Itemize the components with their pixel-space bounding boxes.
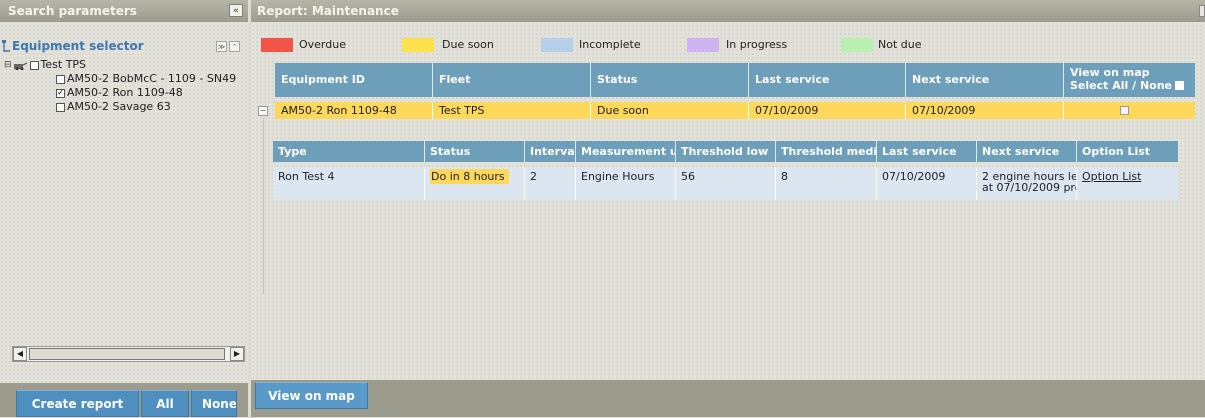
view-on-map-header-label: View on map [1070, 66, 1150, 79]
select-all-button[interactable]: All [141, 390, 189, 417]
col-equipment-id[interactable]: Equipment ID [275, 63, 432, 97]
detail-cell-measurement-unit: Engine Hours [575, 167, 675, 200]
horizontal-scrollbar[interactable]: ◀ ▶ [12, 346, 245, 362]
detail-cell-last-service: 07/10/2009 [876, 167, 976, 200]
detail-cell-option-list: Option List [1076, 167, 1178, 200]
tree-item-label: AM50-2 Ron 1109-48 [67, 86, 183, 99]
legend-label: Not due [878, 38, 922, 51]
legend-swatch [541, 38, 573, 52]
table-header: Equipment ID Fleet Status Last service N… [275, 63, 1195, 97]
tree-connector [263, 118, 264, 294]
cell-view-on-map [1063, 102, 1195, 119]
expand-all-button[interactable]: ≫ [216, 41, 227, 52]
select-none-button[interactable]: None [191, 390, 237, 417]
detail-row[interactable]: Ron Test 4 Do in 8 hours 2 Engine Hours … [273, 167, 1178, 200]
col-fleet[interactable]: Fleet [432, 63, 590, 97]
tree-root[interactable]: ⊟ Test TPS [4, 58, 236, 72]
tree-item-label: AM50-2 Savage 63 [67, 100, 171, 113]
select-all-none-label[interactable]: Select All / None [1070, 79, 1172, 92]
col-last-service[interactable]: Last service [748, 63, 905, 97]
cell-next-service: 07/10/2009 [905, 102, 1063, 119]
collapse-panel-button[interactable]: « [229, 4, 243, 17]
detail-cell-threshold-medium: 8 [775, 167, 876, 200]
legend-swatch [841, 38, 873, 52]
tree-root-checkbox[interactable] [29, 60, 39, 70]
detail-cell-threshold-low: 56 [675, 167, 775, 200]
cell-last-service: 07/10/2009 [748, 102, 905, 119]
cell-equipment-id: AM50-2 Ron 1109-48 [281, 104, 397, 117]
scroll-left-icon[interactable]: ◀ [13, 347, 27, 361]
search-parameters-panel: Search parameters « Equipment selector ≫… [0, 0, 248, 417]
table-row[interactable]: AM50-2 Ron 1109-48 Test TPS Due soon 07/… [275, 102, 1195, 119]
equipment-selector-title: Equipment selector [12, 39, 144, 53]
search-parameters-title: Search parameters [8, 4, 137, 18]
next-service-line2: at 07/10/2009 pro [982, 181, 1076, 194]
detail-table-header: Type Status Interval Measurement u Thres… [273, 141, 1178, 162]
legend-swatch [261, 38, 293, 52]
report-panel: Report: Maintenance Overdue Due soon Inc… [251, 0, 1205, 417]
cell-status: Due soon [590, 102, 748, 119]
detail-col-option-list[interactable]: Option List [1076, 141, 1178, 162]
legend-label: Due soon [442, 38, 494, 51]
detail-cell-status: Do in 8 hours [424, 167, 524, 200]
detail-col-threshold-medium[interactable]: Threshold medi [775, 141, 876, 162]
legend-swatch [402, 38, 434, 52]
view-on-map-button[interactable]: View on map [255, 382, 368, 409]
tree-item[interactable]: AM50-2 Savage 63 [4, 100, 236, 114]
detail-col-threshold-low[interactable]: Threshold low [675, 141, 775, 162]
view-on-map-checkbox[interactable] [1120, 106, 1129, 115]
tree-item-label: AM50-2 BobMcC - 1109 - SN49 [67, 72, 237, 85]
legend-label: Incomplete [579, 38, 641, 51]
detail-col-interval[interactable]: Interval [524, 141, 575, 162]
create-report-button[interactable]: Create report [16, 390, 139, 417]
detail-col-status[interactable]: Status [424, 141, 524, 162]
search-parameters-header: Search parameters « [0, 0, 248, 22]
fleet-icon [13, 61, 27, 70]
report-header: Report: Maintenance [251, 0, 1205, 22]
option-list-link[interactable]: Option List [1082, 170, 1141, 183]
detail-col-next-service[interactable]: Next service [976, 141, 1076, 162]
detail-cell-next-service: 2 engine hours le at 07/10/2009 pro [976, 167, 1076, 200]
legend-label: Overdue [299, 38, 346, 51]
maintenance-table: Equipment ID Fleet Status Last service N… [255, 63, 1195, 294]
col-status[interactable]: Status [590, 63, 748, 97]
col-view-on-map: View on map Select All / None [1063, 63, 1195, 97]
scroll-right-icon[interactable]: ▶ [230, 347, 244, 361]
detail-status-badge: Do in 8 hours [430, 169, 509, 184]
panel-edge-button[interactable] [1199, 5, 1205, 17]
report-title: Report: Maintenance [257, 4, 399, 18]
detail-col-measurement-unit[interactable]: Measurement u [575, 141, 675, 162]
tree-root-label: Test TPS [40, 58, 87, 71]
col-next-service[interactable]: Next service [905, 63, 1063, 97]
select-all-map-checkbox[interactable] [1175, 81, 1185, 90]
detail-col-last-service[interactable]: Last service [876, 141, 976, 162]
detail-cell-type: Ron Test 4 [278, 170, 335, 183]
tree-item[interactable]: ✓ AM50-2 Ron 1109-48 [4, 86, 236, 100]
tree-item[interactable]: AM50-2 BobMcC - 1109 - SN49 [4, 72, 236, 86]
equipment-selector-icon [2, 40, 10, 52]
scrollbar-thumb[interactable] [29, 348, 225, 360]
cell-fleet: Test TPS [432, 102, 590, 119]
report-bottom-toolbar: View on map [251, 380, 1205, 417]
tree-item-checkbox[interactable] [56, 74, 65, 84]
detail-col-type[interactable]: Type [273, 141, 424, 162]
detail-cell-interval: 2 [524, 167, 575, 200]
left-bottom-toolbar: Create report All None [0, 383, 248, 417]
legend-label: In progress [726, 38, 788, 51]
equipment-tree: ⊟ Test TPS AM50-2 BobMcC - 1109 - SN49 ✓… [4, 58, 236, 114]
row-collapse-icon[interactable]: − [258, 106, 268, 116]
collapse-all-button[interactable]: ⌃ [229, 41, 240, 52]
tree-item-checkbox[interactable] [56, 102, 65, 112]
equipment-selector-header: Equipment selector ≫ ⌃ [0, 38, 248, 56]
tree-item-checkbox[interactable]: ✓ [56, 88, 65, 98]
legend-swatch [687, 38, 719, 52]
tree-collapse-icon[interactable]: ⊟ [4, 58, 12, 72]
